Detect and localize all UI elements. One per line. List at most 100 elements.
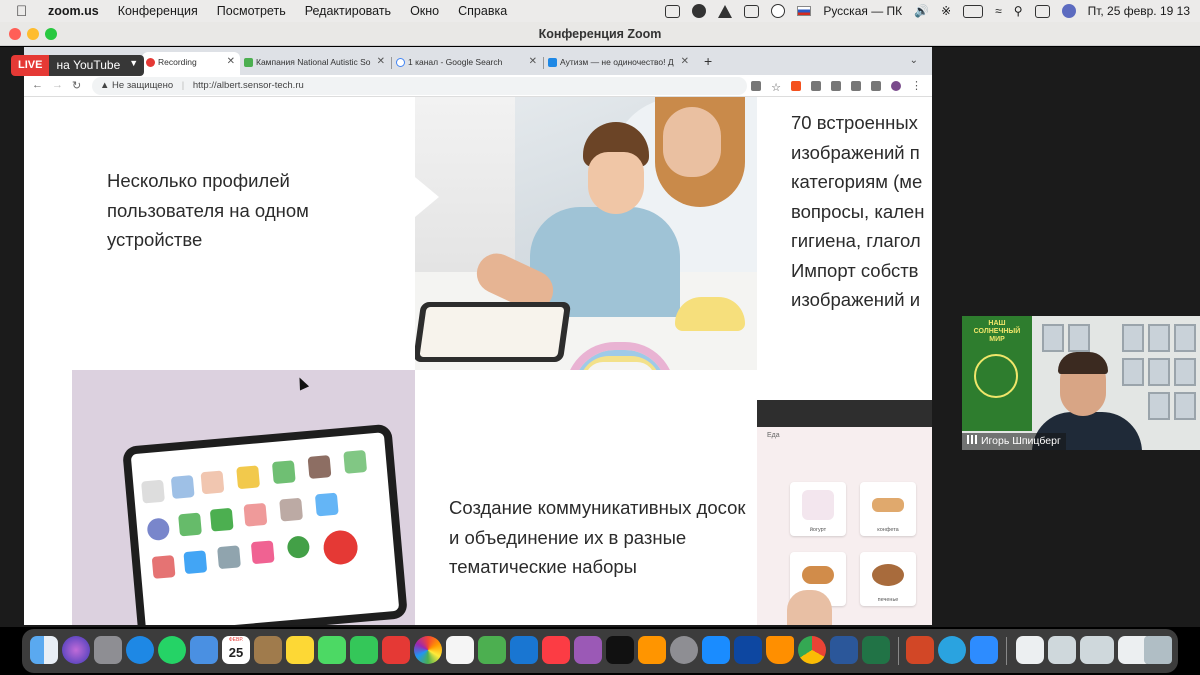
document-icon[interactable] [1016,636,1044,664]
spotlight-search-icon[interactable]: ⚲ [1014,4,1023,18]
siri-icon[interactable] [1061,4,1076,18]
live-stream-badge[interactable]: LIVE на YouTube ▼ [11,55,145,76]
sidebar-icon[interactable] [871,80,881,91]
chevron-down-icon[interactable]: ▼ [127,55,145,76]
music-icon[interactable] [542,636,570,664]
screenshot-icon[interactable] [1048,636,1076,664]
launchpad-icon[interactable] [94,636,122,664]
calendar-icon[interactable]: ФЕВР. 25 [222,636,250,664]
tab-autism[interactable]: Аутизм — не одиночество! Д ✕ [544,52,694,75]
wifi-icon[interactable]: ≈ [995,4,1002,18]
photo-booth-icon[interactable] [382,636,410,664]
reading-list-icon[interactable] [851,80,861,91]
menu-app-name[interactable]: zoom.us [48,4,99,18]
close-tab-icon[interactable]: ✕ [529,56,537,67]
input-source-label[interactable]: Русская — ПК [823,4,902,18]
wall-diploma [1174,392,1196,420]
trash-icon[interactable] [1144,636,1172,664]
russian-flag-icon[interactable] [797,6,812,16]
new-tab-plus-icon[interactable]: + [704,53,712,69]
podcasts-icon[interactable] [574,636,602,664]
bookmark-star-icon[interactable]: ☆ [771,81,781,94]
card-label: конфета [877,527,899,533]
menu-view[interactable]: Посмотреть [217,4,286,18]
tab-recording[interactable]: Recording ✕ [142,52,240,75]
excel-icon[interactable] [862,636,890,664]
vlc-dock-icon[interactable] [766,636,794,664]
menu-conference[interactable]: Конференция [118,4,198,18]
tab-google-search[interactable]: 1 канал - Google Search ✕ [392,52,542,75]
contacts-icon[interactable] [254,636,282,664]
extension-red-icon[interactable] [791,80,801,91]
menu-help[interactable]: Справка [458,4,507,18]
app-store-icon[interactable] [702,636,730,664]
control-center-icon[interactable] [1034,4,1050,18]
disk-utility-icon[interactable] [734,636,762,664]
system-preferences-icon[interactable] [670,636,698,664]
live-target-label: на YouTube [49,55,128,76]
menu-window[interactable]: Окно [410,4,439,18]
keynote-icon[interactable] [510,636,538,664]
volume-icon[interactable]: 🔊 [914,4,929,18]
siri-dock-icon[interactable] [62,636,90,664]
profile-avatar[interactable] [891,80,901,91]
minimize-window-button[interactable] [27,28,39,40]
tab-label: Кампания National Autistic So [256,57,371,67]
tab-search-chevron-icon[interactable]: ⌄ [910,55,918,66]
wall-diploma [1174,324,1196,352]
board-tile [217,545,241,570]
safari-icon[interactable] [126,636,154,664]
facetime-icon[interactable] [350,636,378,664]
notification-icon[interactable] [692,4,707,18]
menu-edit[interactable]: Редактировать [305,4,391,18]
card-yogurt[interactable]: йогурт [790,482,846,536]
numbers-icon[interactable] [478,636,506,664]
vlc-icon[interactable] [718,4,733,18]
bluetooth-icon[interactable]: ※ [941,4,951,18]
menubar-clock[interactable]: Пт, 25 февр. 19 13 [1088,4,1190,18]
forward-arrow-icon[interactable]: → [52,79,63,91]
participant-video[interactable]: НАШ СОЛНЕЧНЫЙ МИР Игорь Шпицберг [962,316,1200,450]
mail-icon[interactable] [190,636,218,664]
apple-tv-icon[interactable] [606,636,634,664]
finder-icon[interactable] [30,636,58,664]
printer-icon[interactable] [744,4,760,18]
messages-icon[interactable] [318,636,346,664]
zoom-status-icon[interactable] [665,4,681,18]
close-window-button[interactable] [9,28,21,40]
close-tab-icon[interactable]: ✕ [227,56,235,67]
zoom-dock-icon[interactable] [970,636,998,664]
powerpoint-icon[interactable] [906,636,934,664]
board-tile [209,507,234,532]
window-preview-icon[interactable] [1080,636,1114,664]
photo-mother-face [663,107,721,177]
photos-icon[interactable] [414,636,442,664]
telegram-icon[interactable] [938,636,966,664]
close-tab-icon[interactable]: ✕ [377,56,385,67]
tab-campaign[interactable]: Кампания National Autistic So ✕ [240,52,390,75]
notes-icon[interactable] [286,636,314,664]
board-tile [243,502,268,527]
chrome-icon[interactable] [798,636,826,664]
word-icon[interactable] [830,636,858,664]
apple-menu-icon[interactable]:  [16,3,34,20]
back-arrow-icon[interactable]: ← [32,79,43,91]
books-icon[interactable] [638,636,666,664]
pointing-finger [787,590,832,625]
pages-icon[interactable] [446,636,474,664]
fullscreen-window-button[interactable] [45,28,57,40]
time-machine-icon[interactable] [771,4,786,18]
extensions-puzzle-icon[interactable] [831,80,841,91]
close-tab-icon[interactable]: ✕ [681,56,689,67]
card-label: йогурт [809,527,827,533]
share-icon[interactable] [751,80,762,91]
battery-icon[interactable] [963,4,984,18]
card-cookie[interactable]: печенье [860,552,916,606]
url-field[interactable]: ▲ Не защищено | http://albert.sensor-tec… [92,77,747,95]
browser-menu-icon[interactable]: ⋮ [911,79,922,92]
reload-icon[interactable]: ↻ [72,79,81,92]
section-arrow-notch [415,177,439,217]
extension-icon[interactable] [811,80,821,91]
whatsapp-icon[interactable] [158,636,186,664]
card-candy[interactable]: конфета [860,482,916,536]
